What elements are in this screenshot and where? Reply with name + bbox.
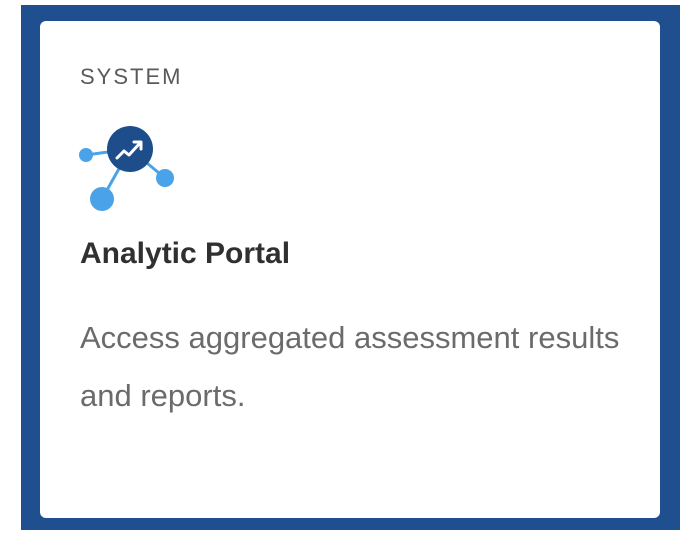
card-title: Analytic Portal (80, 237, 291, 270)
analytic-portal-card[interactable]: SYSTEM Analytic Portal Access aggregated… (40, 21, 660, 518)
card-category: SYSTEM (80, 64, 183, 89)
card-description: Access aggregated assessment results and… (80, 320, 620, 413)
analytics-network-icon (72, 121, 182, 221)
